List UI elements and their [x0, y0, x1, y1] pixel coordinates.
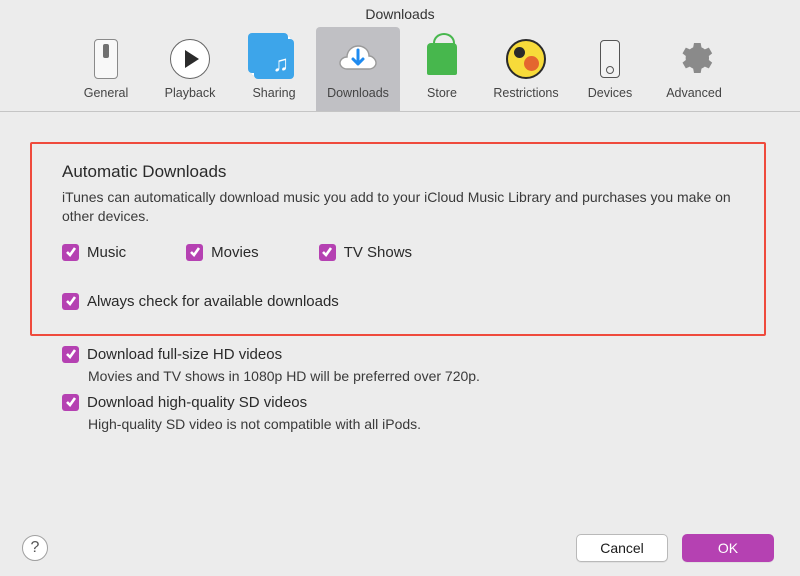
checkbox-label: Download high-quality SD videos: [87, 394, 307, 411]
tab-advanced[interactable]: Advanced: [652, 27, 736, 111]
tab-label: Advanced: [666, 87, 722, 100]
checkbox-hd[interactable]: Download full-size HD videos: [62, 346, 768, 363]
sharing-icon: [252, 37, 296, 81]
checkbox-label: Always check for available downloads: [87, 293, 339, 310]
tab-label: Restrictions: [493, 87, 558, 100]
section-title: Automatic Downloads: [62, 162, 734, 182]
devices-icon: [588, 37, 632, 81]
tab-downloads[interactable]: Downloads: [316, 27, 400, 111]
tab-sharing[interactable]: Sharing: [232, 27, 316, 111]
tab-devices[interactable]: Devices: [568, 27, 652, 111]
preferences-toolbar: General Playback Sharing Downloads Store…: [0, 28, 800, 112]
content-area: Automatic Downloads iTunes can automatic…: [0, 112, 800, 432]
tab-label: Playback: [165, 87, 216, 100]
tab-label: Sharing: [252, 87, 295, 100]
general-icon: [84, 37, 128, 81]
tab-general[interactable]: General: [64, 27, 148, 111]
section-subtitle: iTunes can automatically download music …: [62, 188, 734, 226]
checkmark-icon: [319, 244, 336, 261]
checkmark-icon: [62, 394, 79, 411]
ok-button[interactable]: OK: [682, 534, 774, 562]
advanced-icon: [672, 37, 716, 81]
checkbox-label: Music: [87, 244, 126, 261]
checkbox-tvshows[interactable]: TV Shows: [319, 244, 412, 261]
checkmark-icon: [62, 293, 79, 310]
checkmark-icon: [62, 244, 79, 261]
cancel-button[interactable]: Cancel: [576, 534, 668, 562]
checkbox-always-check[interactable]: Always check for available downloads: [62, 293, 734, 310]
checkbox-label: TV Shows: [344, 244, 412, 261]
help-button[interactable]: ?: [22, 535, 48, 561]
checkbox-label: Download full-size HD videos: [87, 346, 282, 363]
sd-description: High-quality SD video is not compatible …: [32, 416, 768, 432]
tab-label: General: [84, 87, 128, 100]
playback-icon: [168, 37, 212, 81]
download-types-row: Music Movies TV Shows: [62, 244, 734, 261]
tab-label: Downloads: [327, 87, 389, 100]
hd-description: Movies and TV shows in 1080p HD will be …: [32, 368, 768, 384]
tab-restrictions[interactable]: Restrictions: [484, 27, 568, 111]
tab-playback[interactable]: Playback: [148, 27, 232, 111]
checkbox-sd[interactable]: Download high-quality SD videos: [62, 394, 768, 411]
checkbox-movies[interactable]: Movies: [186, 244, 259, 261]
dialog-footer: ? Cancel OK: [0, 534, 800, 562]
automatic-downloads-section: Automatic Downloads iTunes can automatic…: [30, 142, 766, 336]
checkmark-icon: [62, 346, 79, 363]
window-title: Downloads: [0, 0, 800, 28]
restrictions-icon: [504, 37, 548, 81]
tab-store[interactable]: Store: [400, 27, 484, 111]
checkbox-music[interactable]: Music: [62, 244, 126, 261]
checkmark-icon: [186, 244, 203, 261]
tab-label: Store: [427, 87, 457, 100]
store-icon: [420, 37, 464, 81]
tab-label: Devices: [588, 87, 632, 100]
checkbox-label: Movies: [211, 244, 259, 261]
downloads-icon: [336, 37, 380, 81]
